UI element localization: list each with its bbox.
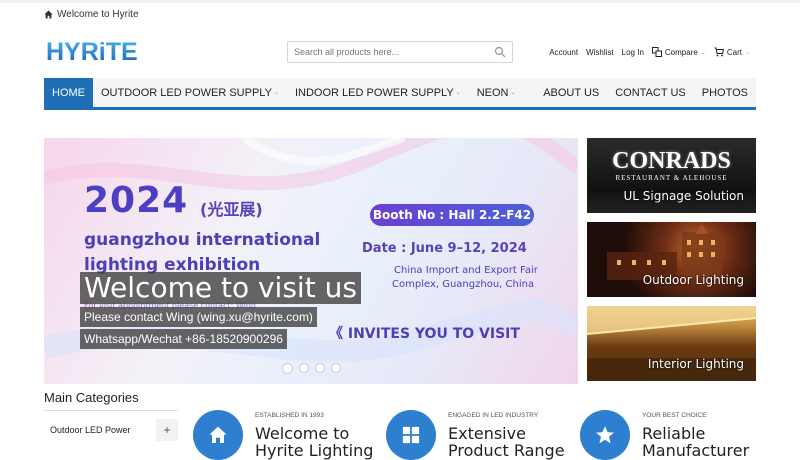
welcome-text: Welcome to Hyrite — [57, 9, 139, 20]
feature-title: Welcome to — [255, 424, 350, 443]
nav-item-outdoor-led-power-supply[interactable]: OUTDOOR LED POWER SUPPLY ⌄ — [93, 78, 287, 107]
slider-dot[interactable] — [315, 363, 325, 373]
banner-label: Interior Lighting — [647, 357, 744, 371]
slider-dot[interactable] — [299, 363, 309, 373]
slide-chinese-title: (光亚展) — [200, 200, 263, 219]
chevron-down-icon: ⌄ — [273, 90, 279, 96]
main-nav: HOME OUTDOOR LED POWER SUPPLY ⌄ INDOOR LE… — [44, 78, 756, 110]
category-label: Outdoor LED Power — [50, 425, 131, 435]
feature-product-range[interactable]: ENGAGED IN LED INDUSTRY Extensive Produc… — [386, 410, 566, 460]
search-bar[interactable] — [287, 41, 513, 63]
nav-item-home[interactable]: HOME — [44, 78, 93, 107]
home-icon — [209, 426, 227, 443]
banner-sign-text: CONRADS — [612, 148, 731, 174]
cart-label: Cart — [726, 47, 742, 57]
banner-outdoor-lighting[interactable]: Outdoor Lighting — [587, 222, 756, 297]
search-input[interactable] — [288, 42, 494, 62]
chevron-down-icon: ⌄ — [510, 90, 516, 96]
main-categories-title: Main Categories — [44, 390, 139, 405]
banner-label: UL Signage Solution — [623, 189, 744, 203]
nav-label: PHOTOS — [701, 86, 748, 99]
slide-invites: 《 INVITES YOU TO VISIT — [329, 326, 520, 342]
grid-icon — [402, 426, 420, 444]
nav-label: ABOUT US — [543, 86, 600, 99]
nav-item-neon[interactable]: NEON ⌄ — [469, 78, 524, 107]
plus-icon[interactable]: + — [156, 419, 178, 441]
compare-label: Compare — [664, 47, 698, 57]
feature-title: Extensive — [448, 424, 526, 443]
banner-ul-signage[interactable]: CONRADS RESTAURANT & ALEHOUSE UL Signage… — [587, 138, 756, 213]
cart-link[interactable]: Cart ⌄ — [714, 47, 750, 57]
slider-dot[interactable] — [282, 363, 293, 374]
logo-wordmark: HYRiTE — [46, 38, 138, 66]
category-item-outdoor-led-power[interactable]: Outdoor LED Power + — [44, 418, 178, 442]
feature-title-line2: Hyrite Lighting — [255, 441, 374, 460]
slide-venue-line2: Complex, Guangzhou, China — [392, 279, 535, 290]
categories-divider — [44, 410, 178, 411]
cart-icon — [714, 47, 724, 57]
slider-caption-contact: Please contact Wing (wing.xu@hyrite.com) — [80, 307, 317, 327]
slider-dots — [282, 363, 341, 374]
nav-label: HOME — [52, 86, 85, 99]
feature-title-line2: Manufacturer — [642, 441, 750, 460]
login-link[interactable]: Log In — [622, 48, 644, 57]
wishlist-link[interactable]: Wishlist — [586, 48, 614, 57]
slide-venue-line1: China Import and Export Fair — [394, 265, 538, 276]
banner-sign-subtext: RESTAURANT & ALEHOUSE — [615, 174, 728, 182]
account-link[interactable]: Account — [549, 48, 578, 57]
slider-caption-heading: Welcome to visit us — [80, 272, 361, 304]
feature-icon-circle — [386, 410, 436, 460]
feature-title-line2: Product Range — [448, 441, 565, 460]
feature-kicker: ENGAGED IN LED INDUSTRY — [448, 412, 539, 419]
slider-caption-phone: Whatsapp/Wechat +86-18520900296 — [80, 329, 287, 349]
nav-label: OUTDOOR LED POWER SUPPLY — [101, 86, 272, 99]
nav-label: NEON — [476, 86, 509, 99]
chevron-down-icon: ⌄ — [455, 90, 461, 96]
star-icon — [596, 426, 614, 444]
booth-badge: Booth No : Hall 2.2–F42 — [370, 204, 534, 226]
feature-icon-circle — [580, 410, 630, 460]
nav-item-contact-us[interactable]: CONTACT US — [607, 78, 694, 107]
search-icon[interactable] — [494, 46, 506, 58]
feature-reliable[interactable]: YOUR BEST CHOICE Reliable Manufacturer — [580, 410, 760, 460]
chevron-down-icon: ⌄ — [744, 49, 750, 56]
user-links: Account Wishlist Log In Compare ⌄ Cart ⌄ — [549, 47, 750, 57]
nav-label: INDOOR LED POWER SUPPLY — [294, 86, 454, 99]
nav-item-photos[interactable]: PHOTOS — [694, 78, 756, 107]
nav-item-indoor-led-power-supply[interactable]: INDOOR LED POWER SUPPLY ⌄ — [287, 78, 469, 107]
banner-interior-lighting[interactable]: Interior Lighting — [587, 306, 756, 381]
logo[interactable]: HYRiTE — [46, 36, 152, 68]
chevron-down-icon: ⌄ — [700, 49, 706, 56]
slider-dot[interactable] — [331, 363, 341, 373]
slide-date: Date : June 9–12, 2024 — [362, 241, 527, 256]
feature-icon-circle — [193, 410, 243, 460]
slide-year: 2024 — [84, 180, 189, 221]
banner-label: Outdoor Lighting — [642, 273, 744, 287]
top-strip — [0, 0, 800, 3]
nav-label: CONTACT US — [615, 86, 686, 99]
slide-title-line1: guangzhou international — [84, 230, 321, 250]
logo-text: HYRiTE — [46, 38, 138, 66]
welcome-bar: Welcome to Hyrite — [44, 9, 139, 20]
compare-icon — [651, 47, 662, 57]
feature-kicker: YOUR BEST CHOICE — [642, 412, 707, 419]
feature-title: Reliable — [642, 424, 706, 443]
nav-item-about-us[interactable]: ABOUT US — [535, 78, 607, 107]
feature-welcome[interactable]: ESTABLISHED IN 1993 Welcome to Hyrite Li… — [193, 410, 373, 460]
feature-kicker: ESTABLISHED IN 1993 — [255, 412, 324, 419]
home-icon — [44, 10, 53, 19]
compare-link[interactable]: Compare ⌄ — [651, 47, 706, 57]
